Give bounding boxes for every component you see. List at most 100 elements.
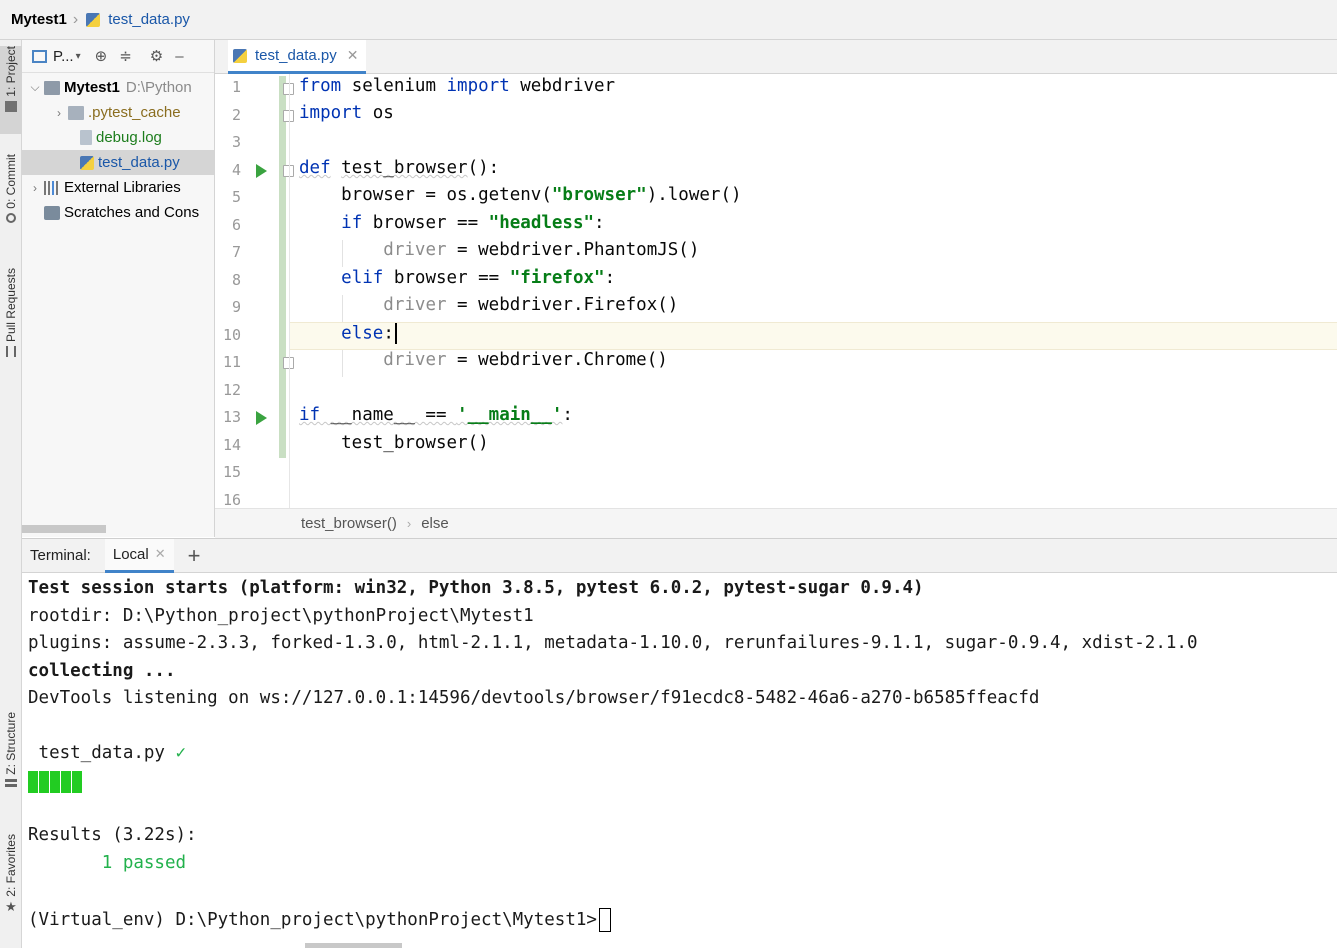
crosshair-icon[interactable]: ⊕ [95,47,108,65]
collapse-all-icon[interactable]: ≑ [119,47,132,65]
tree-item-mytest1[interactable]: ⌵ Mytest1 D:\Python [22,75,214,100]
run-icon[interactable] [256,411,267,425]
editor-gutter: 1 2 3 4 5 6 7 8 9 10 11 12 13 14 15 16 [215,74,294,508]
add-terminal-icon[interactable]: + [188,543,201,569]
code-token: driver [383,240,447,260]
python-file-icon [86,12,101,27]
tool-tab-commit-label: 0: Commit [4,154,18,209]
tool-tab-structure[interactable]: Z: Structure [0,712,22,812]
project-view-selector[interactable]: P... ▾ [32,48,81,65]
line-number: 3 [231,133,241,151]
code-token: "headless" [488,213,595,233]
code-line-2: import os [299,103,394,130]
close-icon[interactable]: ✕ [347,47,359,64]
terminal-line: plugins: assume-2.3.3, forked-1.3.0, htm… [28,633,1198,653]
terminal-tab-local[interactable]: Local ✕ [104,538,174,573]
line-number: 4 [231,161,241,179]
chevron-right-icon[interactable]: › [28,181,42,195]
tree-item-debug-log[interactable]: debug.log [22,125,214,150]
terminal-header: Terminal: Local ✕ + [22,538,1337,573]
minimize-icon[interactable]: – [175,48,183,65]
line-number: 2 [231,106,241,124]
code-token: os [362,103,394,123]
tool-tab-project[interactable]: 1: Project [0,46,22,134]
code-breadcrumb-block[interactable]: else [421,515,449,532]
code-token: driver [383,350,447,370]
vcs-change-marker[interactable] [279,76,286,458]
code-editor[interactable]: 1 2 3 4 5 6 7 8 9 10 11 12 13 14 15 16 f… [215,74,1337,508]
run-icon[interactable] [256,164,267,178]
library-icon [44,180,60,195]
chevron-right-icon: › [72,10,79,28]
code-line-4: def test_browser(): [299,158,499,185]
tree-item-label: External Libraries [64,179,181,196]
pull-request-icon [6,346,16,358]
terminal-title: Terminal: [30,547,91,564]
terminal-line: test_data.py ✓ [28,743,187,763]
tree-item-path: D:\Python [125,79,192,96]
terminal-output[interactable]: Test session starts (platform: win32, Py… [22,573,1337,943]
editor-tab-bar: test_data.py ✕ [215,40,1337,74]
line-number: 8 [231,271,241,289]
tree-item-label: Scratches and Cons [64,204,200,221]
code-token: if [341,213,363,233]
breadcrumb-file[interactable]: test_data.py [108,11,190,28]
code-token: : [383,323,394,344]
progress-block [50,771,60,793]
tool-tab-commit[interactable]: 0: Commit [0,154,22,244]
code-token: import [299,103,363,123]
code-token: elif [341,268,384,288]
tool-tab-pull-requests[interactable]: Pull Requests [0,268,22,372]
code-token: '__main__' [457,405,563,425]
code-token: selenium [341,76,447,96]
project-horizontal-scrollbar[interactable] [22,525,106,533]
structure-icon [5,778,17,790]
chevron-right-icon[interactable]: › [52,106,66,120]
line-number: 10 [222,326,241,344]
scratches-icon [44,205,60,220]
line-number: 15 [222,463,241,481]
tree-item-pytest-cache[interactable]: › .pytest_cache [22,100,214,125]
code-token: import [446,76,510,96]
gear-icon[interactable]: ⚙ [150,47,163,65]
project-toolbar: P... ▾ ⊕ ≑ ⚙ – [22,40,214,73]
code-breadcrumb-function[interactable]: test_browser() [301,515,397,532]
window-icon [32,49,47,63]
code-token: def [299,158,331,178]
tree-item-label: debug.log [96,129,162,146]
code-token: from [299,76,342,96]
terminal-line: rootdir: D:\Python_project\pythonProject… [28,606,534,626]
code-token: browser == [362,213,489,233]
terminal-test-file: test_data.py [28,743,176,763]
line-number: 13 [222,408,241,426]
code-line-9: driver = webdriver.Firefox() [299,295,678,322]
tool-tab-favorites[interactable]: 2: Favorites ★ [0,834,22,932]
code-token: browser = os.getenv( [299,185,552,205]
tool-tab-favorites-label: 2: Favorites [4,834,18,897]
tree-item-test-data[interactable]: test_data.py [22,150,214,175]
line-number: 9 [231,298,241,316]
close-icon[interactable]: ✕ [155,546,166,562]
code-token: driver [383,295,447,315]
progress-block [28,771,38,793]
editor-tab-test-data[interactable]: test_data.py ✕ [228,40,367,74]
tree-item-external-libraries[interactable]: › External Libraries [22,175,214,200]
chevron-down-icon: ▾ [75,50,81,62]
gutter-separator [289,74,290,508]
tree-item-label: .pytest_cache [88,104,181,121]
terminal-line: Results (3.22s): [28,825,197,845]
line-number: 12 [222,381,241,399]
code-line-5: browser = os.getenv("browser").lower() [299,185,741,212]
terminal-line: 1 passed [28,853,187,873]
breadcrumb-project[interactable]: Mytest1 [11,11,67,28]
code-token: : [562,405,573,425]
tool-tab-project-label: 1: Project [4,46,18,97]
tree-item-scratches[interactable]: Scratches and Cons [22,200,214,225]
terminal-horizontal-scrollbar[interactable] [305,943,402,948]
code-token: = webdriver.PhantomJS() [446,240,700,260]
chevron-down-icon[interactable]: ⌵ [28,80,42,95]
